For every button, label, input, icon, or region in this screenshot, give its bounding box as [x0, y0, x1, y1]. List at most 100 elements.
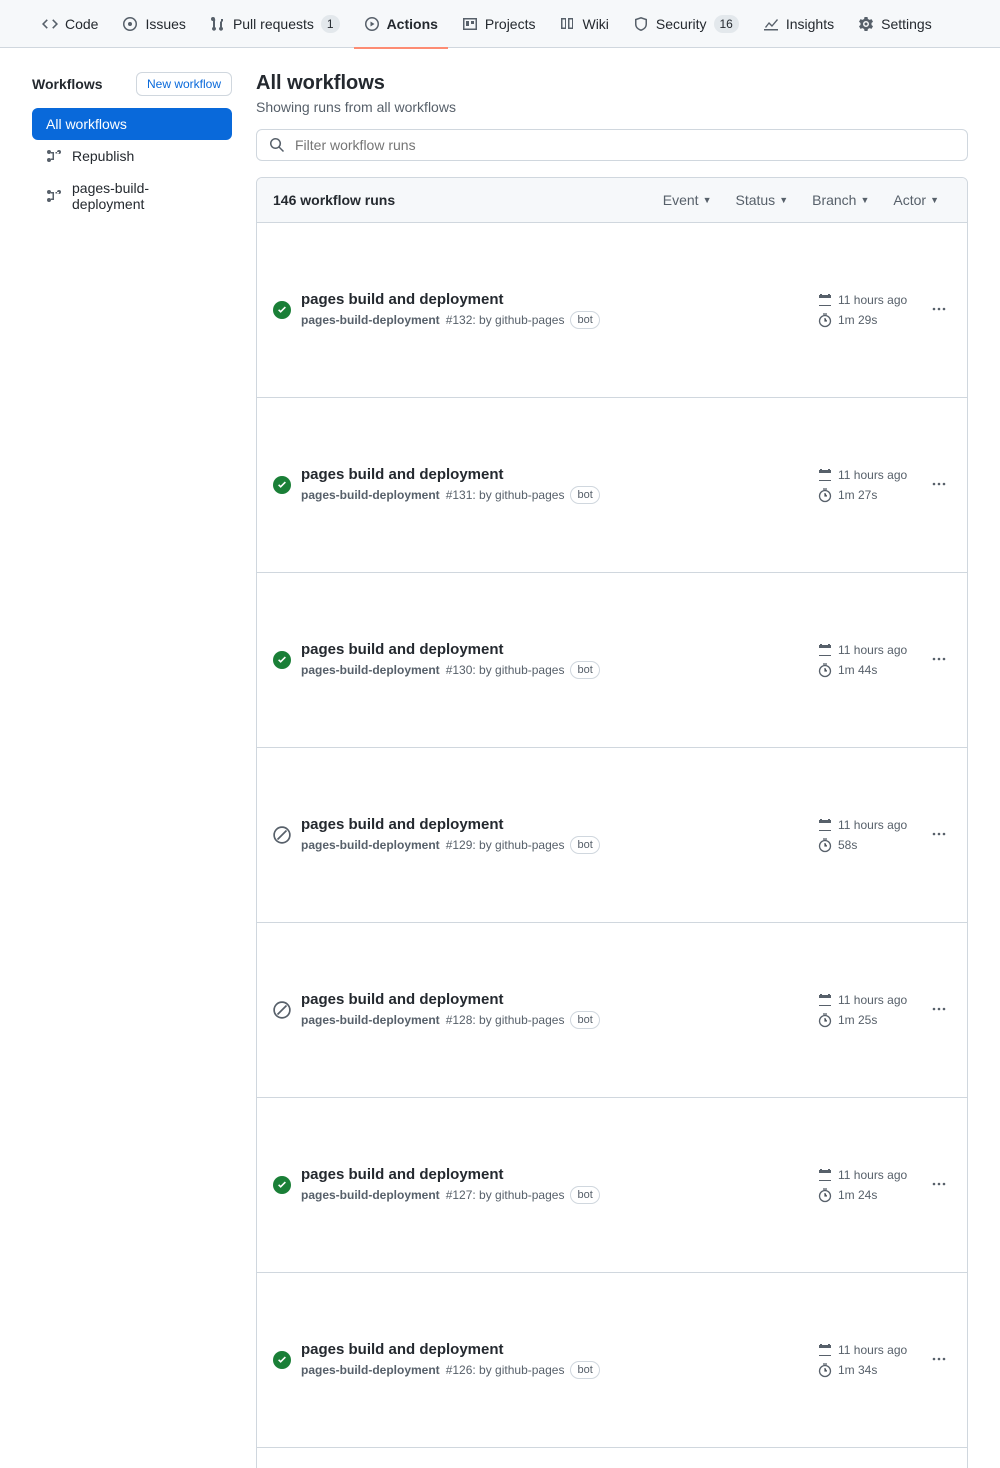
- run-duration: 1m 44s: [817, 662, 917, 678]
- run-menu-button[interactable]: [927, 476, 951, 495]
- filter-search[interactable]: [256, 129, 968, 161]
- workflow-run-row: pages build and deployment pages-build-de…: [257, 1273, 967, 1448]
- calendar-icon: [817, 817, 833, 833]
- sidebar-item-label: Republish: [72, 148, 134, 164]
- filter-event[interactable]: Event▼: [651, 192, 724, 208]
- status-success-icon: [273, 1110, 291, 1260]
- search-input[interactable]: [293, 136, 955, 154]
- run-time: 11 hours ago: [817, 992, 917, 1008]
- run-time: 11 hours ago: [817, 467, 917, 483]
- bot-badge: bot: [570, 311, 599, 329]
- run-menu-button[interactable]: [927, 301, 951, 320]
- run-menu-button[interactable]: [927, 826, 951, 845]
- new-workflow-button[interactable]: New workflow: [136, 72, 232, 96]
- run-title-link[interactable]: pages build and deployment: [301, 641, 807, 658]
- stopwatch-icon: [817, 1012, 833, 1028]
- gear-icon: [858, 16, 874, 32]
- run-meta: pages-build-deployment #131: by github-p…: [301, 486, 807, 504]
- workflow-run-row: pages build and deployment pages-build-de…: [257, 748, 967, 923]
- run-meta: pages-build-deployment #126: by github-p…: [301, 1361, 807, 1379]
- tab-settings[interactable]: Settings: [848, 0, 942, 48]
- pull-request-icon: [210, 16, 226, 32]
- status-skipped-icon: [273, 935, 291, 1085]
- sidebar-item-all-workflows[interactable]: All workflows: [32, 108, 232, 140]
- run-meta: pages-build-deployment #127: by github-p…: [301, 1186, 807, 1204]
- workflow-run-row: pages build and deployment pages-build-de…: [257, 573, 967, 748]
- run-duration: 58s: [817, 837, 917, 853]
- run-time: 11 hours ago: [817, 817, 917, 833]
- stopwatch-icon: [817, 1187, 833, 1203]
- filter-actor[interactable]: Actor▼: [881, 192, 951, 208]
- tab-pull-requests[interactable]: Pull requests1: [200, 0, 350, 48]
- filter-branch[interactable]: Branch▼: [800, 192, 881, 208]
- sidebar-item-republish[interactable]: Republish: [32, 140, 232, 172]
- tab-insights[interactable]: Insights: [753, 0, 844, 48]
- run-title-link[interactable]: pages build and deployment: [301, 1166, 807, 1183]
- security-count: 16: [714, 15, 739, 33]
- workflow-run-row: pages build and deployment pages-build-de…: [257, 923, 967, 1098]
- stopwatch-icon: [817, 662, 833, 678]
- run-meta: pages-build-deployment #132: by github-p…: [301, 311, 807, 329]
- shield-icon: [633, 16, 649, 32]
- bot-badge: bot: [570, 1011, 599, 1029]
- workflow-run-row: pages build and deploymentpages-build-de…: [257, 1448, 967, 1468]
- bot-badge: bot: [570, 486, 599, 504]
- main-content: All workflows Showing runs from all work…: [256, 72, 968, 1468]
- bot-badge: bot: [570, 1361, 599, 1379]
- run-meta: pages-build-deployment #129: by github-p…: [301, 836, 807, 854]
- run-duration: 1m 25s: [817, 1012, 917, 1028]
- run-menu-button[interactable]: [927, 1351, 951, 1370]
- workflow-run-row: pages build and deployment pages-build-de…: [257, 398, 967, 573]
- sidebar-item-pages-build-deployment[interactable]: pages-build-deployment: [32, 172, 232, 220]
- calendar-icon: [817, 1167, 833, 1183]
- page-subtitle: Showing runs from all workflows: [256, 99, 968, 115]
- run-duration: 1m 29s: [817, 312, 917, 328]
- repo-nav: Code Issues Pull requests1 Actions Proje…: [0, 0, 1000, 48]
- run-duration: 1m 24s: [817, 1187, 917, 1203]
- tab-actions[interactable]: Actions: [354, 0, 448, 48]
- run-duration: 1m 34s: [817, 1362, 917, 1378]
- runs-list: 146 workflow runs Event▼ Status▼ Branch▼…: [256, 177, 968, 1468]
- run-menu-button[interactable]: [927, 1001, 951, 1020]
- tab-projects[interactable]: Projects: [452, 0, 546, 48]
- workflow-icon: [46, 148, 62, 164]
- tab-code[interactable]: Code: [32, 0, 108, 48]
- run-title-link[interactable]: pages build and deployment: [301, 466, 807, 483]
- run-time: 11 hours ago: [817, 1342, 917, 1358]
- stopwatch-icon: [817, 312, 833, 328]
- status-success-icon: [273, 1460, 291, 1468]
- bot-badge: bot: [570, 836, 599, 854]
- tab-wiki[interactable]: Wiki: [549, 0, 618, 48]
- run-menu-button[interactable]: [927, 651, 951, 670]
- code-icon: [42, 16, 58, 32]
- pr-count: 1: [321, 15, 340, 33]
- tab-security[interactable]: Security16: [623, 0, 749, 48]
- filter-status[interactable]: Status▼: [723, 192, 800, 208]
- run-time: 11 hours ago: [817, 642, 917, 658]
- calendar-icon: [817, 992, 833, 1008]
- run-menu-button[interactable]: [927, 1176, 951, 1195]
- graph-icon: [763, 16, 779, 32]
- book-icon: [559, 16, 575, 32]
- sidebar-item-label: pages-build-deployment: [72, 180, 218, 212]
- bot-badge: bot: [570, 661, 599, 679]
- run-meta: pages-build-deployment #130: by github-p…: [301, 661, 807, 679]
- status-success-icon: [273, 1285, 291, 1435]
- calendar-icon: [817, 467, 833, 483]
- workflow-icon: [46, 188, 62, 204]
- run-meta: pages-build-deployment #128: by github-p…: [301, 1011, 807, 1029]
- sidebar-heading: Workflows: [32, 76, 103, 92]
- stopwatch-icon: [817, 487, 833, 503]
- run-title-link[interactable]: pages build and deployment: [301, 991, 807, 1008]
- run-time: 11 hours ago: [817, 1167, 917, 1183]
- page-title: All workflows: [256, 72, 968, 95]
- status-success-icon: [273, 235, 291, 385]
- run-title-link[interactable]: pages build and deployment: [301, 1341, 807, 1358]
- sidebar-item-label: All workflows: [46, 116, 127, 132]
- tab-issues[interactable]: Issues: [112, 0, 195, 48]
- run-title-link[interactable]: pages build and deployment: [301, 291, 807, 308]
- status-success-icon: [273, 585, 291, 735]
- run-title-link[interactable]: pages build and deployment: [301, 816, 807, 833]
- run-duration: 1m 27s: [817, 487, 917, 503]
- calendar-icon: [817, 642, 833, 658]
